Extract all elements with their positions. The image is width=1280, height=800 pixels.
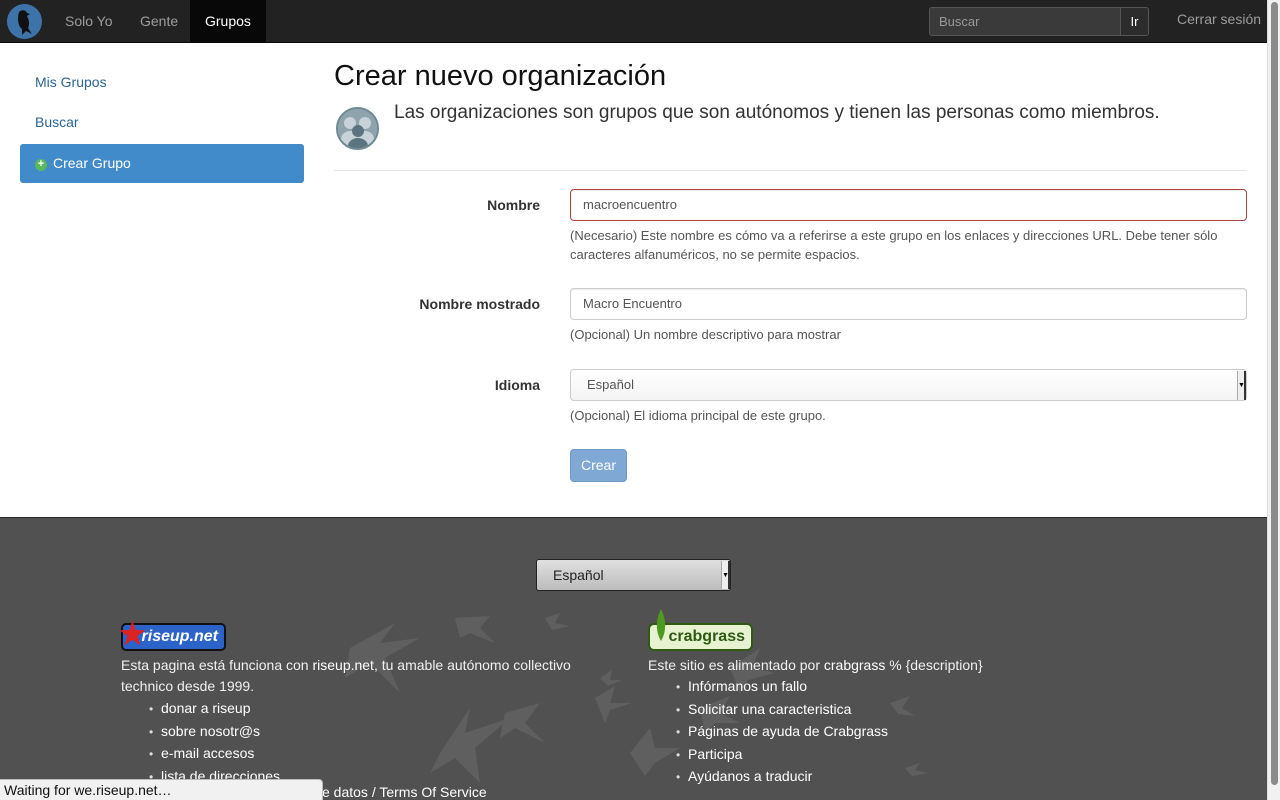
crabgrass-logo-text: crabgrass <box>668 628 746 645</box>
red-star-icon: ★ <box>119 618 146 651</box>
name-field[interactable]: macroencuentro <box>570 189 1247 221</box>
riseup-logo[interactable]: ★ riseup.net <box>119 618 226 651</box>
name-label: Nombre <box>487 197 540 213</box>
sidebar-item-mis-grupos[interactable]: Mis Grupos <box>20 63 304 102</box>
sidebar-item-label: Crear Grupo <box>53 155 131 171</box>
group-avatar-icon <box>336 107 379 150</box>
link-sobre-nosotros[interactable]: sobre nosotr@s <box>161 721 280 744</box>
link-translate[interactable]: Ayúdanos a traducir <box>688 766 888 789</box>
divider <box>334 170 1247 171</box>
chevron-down-icon: ▼ <box>721 561 730 589</box>
crow-logo-icon[interactable] <box>7 4 42 39</box>
footer-language-value: Español <box>553 567 604 583</box>
link-donar[interactable]: donar a riseup <box>161 698 280 721</box>
link-help-pages[interactable]: Páginas de ayuda de Crabgrass <box>688 721 888 744</box>
name-help: (Necesario) Este nombre es cómo va a ref… <box>570 228 1218 262</box>
browser-status-bar: Waiting for we.riseup.net… <box>0 779 323 800</box>
crabgrass-link[interactable]: crabgrass <box>824 657 885 673</box>
page-title: Crear nuevo organización <box>334 60 667 92</box>
language-help: (Opcional) El idioma principal de este g… <box>570 408 826 423</box>
link-report-bug[interactable]: Infórmanos un fallo <box>688 676 888 699</box>
footer-language-select[interactable]: Español ▼ <box>536 559 731 591</box>
nav-grupos[interactable]: Grupos <box>190 0 266 42</box>
footer: Español ▼ ★ riseup.net Esta pagina está … <box>0 517 1267 800</box>
display-name-field[interactable]: Macro Encuentro <box>570 288 1247 320</box>
nav-gente[interactable]: Gente <box>125 0 193 42</box>
riseup-link[interactable]: riseup.net <box>312 657 373 673</box>
page-description: Las organizaciones son grupos que son au… <box>394 102 1160 123</box>
logout-link[interactable]: Cerrar sesión <box>1177 0 1261 38</box>
link-request-feature[interactable]: Solicitar una caracteristica <box>688 699 888 722</box>
language-label: Idioma <box>494 377 540 393</box>
top-navbar: Solo Yo Gente Grupos Buscar Ir Cerrar se… <box>0 0 1267 43</box>
language-select[interactable]: Español ▼ <box>570 369 1247 401</box>
sidebar-item-crear-grupo[interactable]: + Crear Grupo <box>20 144 304 183</box>
nav-solo-yo[interactable]: Solo Yo <box>50 0 128 42</box>
crabgrass-description: Este sitio es alimentado por crabgrass %… <box>648 655 1128 676</box>
crabgrass-text-after: % {description} <box>885 657 983 673</box>
riseup-logo-text: riseup.net <box>141 628 218 645</box>
display-name-label: Nombre mostrado <box>419 296 540 312</box>
riseup-description: Esta pagina está funciona con riseup.net… <box>121 655 601 697</box>
riseup-links: donar a riseup sobre nosotr@s e-mail acc… <box>161 698 280 788</box>
vertical-scrollbar[interactable] <box>1267 0 1280 800</box>
search-go-button[interactable]: Ir <box>1120 7 1149 36</box>
crabgrass-logo[interactable]: crabgrass <box>648 609 753 651</box>
leaf-icon <box>656 609 666 641</box>
sidebar-item-buscar[interactable]: Buscar <box>20 103 304 142</box>
create-button[interactable]: Crear <box>570 449 627 482</box>
crabgrass-text-before: Este sitio es alimentado por <box>648 657 824 673</box>
display-name-help: (Opcional) Un nombre descriptivo para mo… <box>570 327 841 342</box>
link-participa[interactable]: Participa <box>688 744 888 767</box>
scrollbar-thumb[interactable] <box>1271 2 1278 785</box>
language-select-value: Español <box>587 377 634 392</box>
riseup-text-before: Esta pagina está funciona con <box>121 657 313 673</box>
search-input[interactable]: Buscar <box>929 7 1121 36</box>
crabgrass-links: Infórmanos un fallo Solicitar una caract… <box>688 676 888 789</box>
plus-circle-icon: + <box>35 159 47 171</box>
footer-terms-link[interactable]: e datos / Terms Of Service <box>322 784 487 800</box>
chevron-down-icon: ▼ <box>1237 371 1246 400</box>
link-email-accesos[interactable]: e-mail accesos <box>161 743 280 766</box>
